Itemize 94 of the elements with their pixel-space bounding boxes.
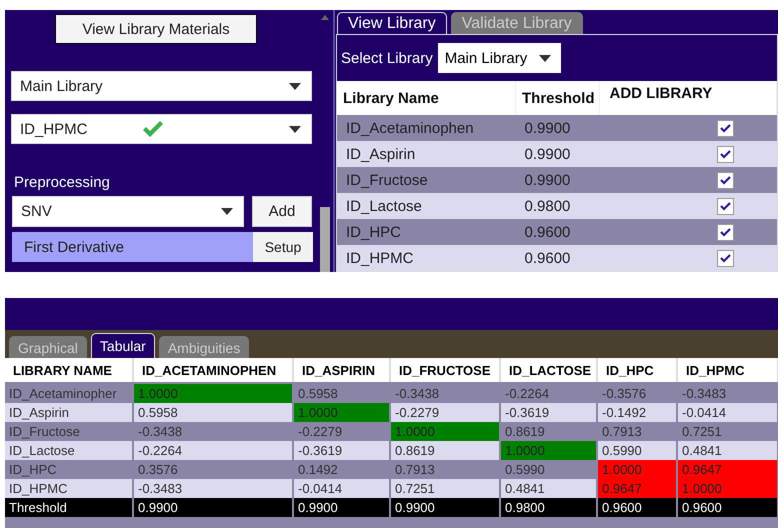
check-icon <box>142 120 164 138</box>
table-cell: 0.8619 <box>500 422 597 441</box>
table-cell: 0.3576 <box>133 460 293 479</box>
table-cell: 0.9600 <box>516 245 600 271</box>
table-cell: -0.3619 <box>500 403 597 422</box>
row-header: ID_Fructose <box>5 422 133 441</box>
column-header: ID_HPMC <box>677 358 778 383</box>
item-label: First Derivative <box>23 238 126 256</box>
table-cell: -0.2279 <box>390 403 500 422</box>
table-cell: 0.7251 <box>390 479 500 498</box>
check-icon <box>720 124 732 132</box>
table-cell: 0.9800 <box>516 193 600 219</box>
table-cell: 0.7913 <box>390 460 500 479</box>
table-cell: -0.0414 <box>677 403 778 422</box>
table-cell: 0.9800 <box>500 498 597 517</box>
field-label: Select Library <box>341 50 433 66</box>
table-cell: 0.9900 <box>293 498 390 517</box>
table-cell: ID_HPC <box>337 219 516 245</box>
caret-icon <box>221 208 233 215</box>
dropdown[interactable]: SNV <box>12 196 244 227</box>
table-cell: -0.3438 <box>133 422 293 441</box>
table-cell: 1.0000 <box>500 441 597 460</box>
table-cell: 1.0000 <box>677 479 778 498</box>
dropdown[interactable]: ID_HPMC <box>11 114 312 144</box>
checkbox[interactable] <box>717 172 734 188</box>
table-cell: 0.9647 <box>597 479 677 498</box>
dropdown[interactable]: Main Library <box>438 43 562 73</box>
caret-icon <box>289 82 301 90</box>
table-cell: 0.9600 <box>677 498 778 517</box>
check-icon <box>720 254 732 262</box>
table-cell: -0.3483 <box>133 479 293 498</box>
section-label: Preprocessing <box>14 174 110 191</box>
column-header: ID_FRUCTOSE <box>390 358 500 383</box>
add-button[interactable]: Add <box>252 196 312 227</box>
table-cell: -0.3619 <box>293 441 390 460</box>
table-cell: 0.5990 <box>597 441 677 460</box>
table-cell: 0.9600 <box>516 219 600 245</box>
scroll-up-icon <box>321 15 329 20</box>
table-cell: ID_Lactose <box>337 193 516 219</box>
table-cell: -0.2264 <box>133 441 293 460</box>
table-cell: 0.9900 <box>516 141 600 167</box>
table-cell: 0.1492 <box>293 460 390 479</box>
checkbox[interactable] <box>717 120 734 136</box>
table-cell: 1.0000 <box>133 383 293 403</box>
check-icon <box>720 228 732 236</box>
setup-button[interactable]: Setup <box>253 232 313 262</box>
row-header: ID_Lactose <box>5 441 133 460</box>
table-cell: 0.9900 <box>390 498 500 517</box>
checkbox[interactable] <box>717 224 734 240</box>
column-header: ID_ACETAMINOPHEN <box>133 358 293 383</box>
view-library-materials-button[interactable]: View Library Materials <box>55 14 257 44</box>
table-cell: 0.5958 <box>133 403 293 422</box>
column-header: ID_HPC <box>597 358 677 383</box>
dropdown[interactable]: Main Library <box>11 71 312 101</box>
table-cell: 0.9647 <box>677 460 778 479</box>
caret-icon <box>289 126 301 132</box>
tab[interactable]: Tabular <box>90 333 155 358</box>
table-cell: 0.9900 <box>516 167 600 193</box>
list-item[interactable]: First Derivative Setup <box>12 232 313 262</box>
table-cell: 0.5990 <box>500 460 597 479</box>
scrollbar-thumb[interactable] <box>320 207 330 272</box>
table-cell: 0.7913 <box>597 422 677 441</box>
table-cell: 0.4841 <box>677 441 778 460</box>
row-header: ID_HPC <box>5 460 133 479</box>
table-cell: 1.0000 <box>293 403 390 422</box>
table-cell: 0.9900 <box>133 498 293 517</box>
table-cell: 1.0000 <box>597 460 677 479</box>
row-header: ID_Aspirin <box>5 403 133 422</box>
column-header: ID_LACTOSE <box>500 358 597 383</box>
table-cell: 0.7251 <box>677 422 778 441</box>
row-header: Threshold <box>5 498 133 517</box>
table-cell: -0.1492 <box>597 403 677 422</box>
table-cell: -0.2279 <box>293 422 390 441</box>
table-cell: ID_Acetaminophen <box>337 115 516 141</box>
tab[interactable]: View Library <box>337 12 447 34</box>
table-cell: ID_Aspirin <box>337 141 516 167</box>
checkbox[interactable] <box>717 250 734 266</box>
check-icon <box>720 176 732 184</box>
table-cell: 0.8619 <box>390 441 500 460</box>
table-cell: 1.0000 <box>390 422 500 441</box>
table-cell: 0.4841 <box>500 479 597 498</box>
column-header: ID_ASPIRIN <box>293 358 390 383</box>
caret-icon <box>539 54 552 62</box>
table-cell: ID_HPMC <box>337 245 516 271</box>
row-header: ID_HPMC <box>5 479 133 498</box>
checkbox[interactable] <box>717 198 734 214</box>
check-icon <box>720 202 732 210</box>
column-header: LIBRARY NAME <box>5 358 133 383</box>
table-cell: -0.0414 <box>293 479 390 498</box>
checkbox[interactable] <box>717 146 734 162</box>
check-icon <box>720 150 732 158</box>
table-cell: 0.9600 <box>597 498 677 517</box>
table-cell: 0.9900 <box>516 115 600 141</box>
table-cell: ID_Fructose <box>337 167 516 193</box>
